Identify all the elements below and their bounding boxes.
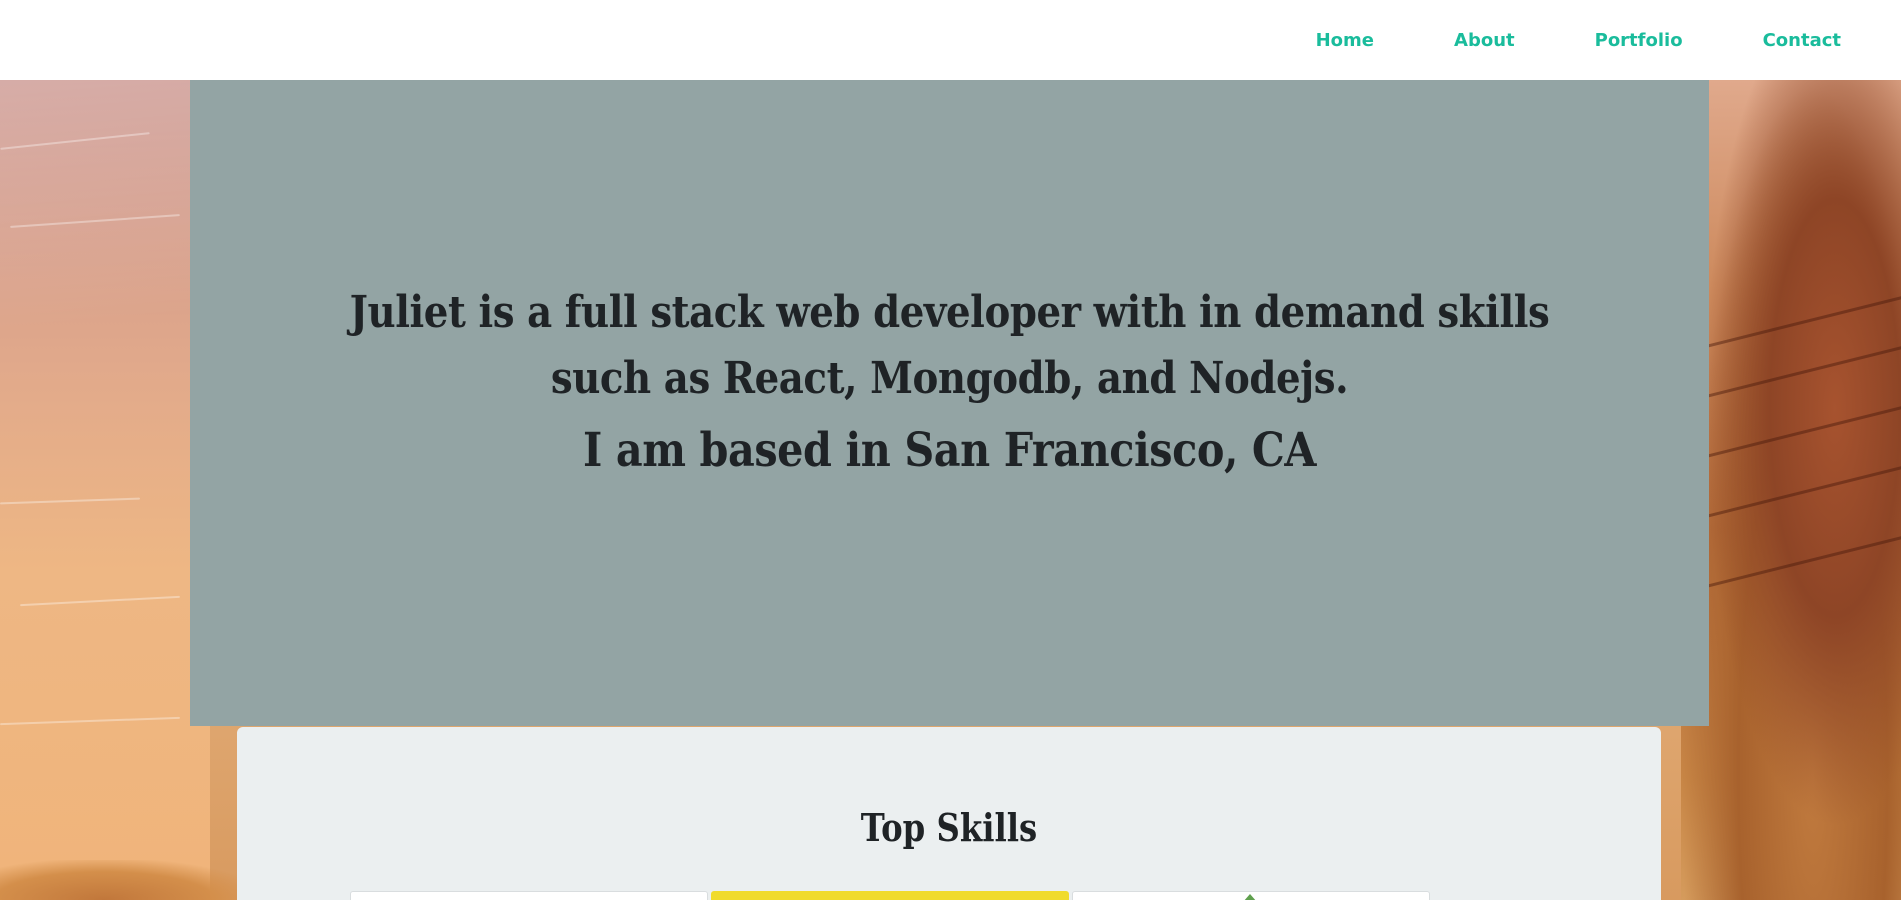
skill-card xyxy=(350,891,708,900)
nodejs-leaf-icon xyxy=(1243,894,1257,900)
nodejs-skill-card xyxy=(1072,891,1430,900)
nav-link-about[interactable]: About xyxy=(1454,30,1515,51)
skills-title: Top Skills xyxy=(860,805,1038,850)
background-dune xyxy=(0,860,260,900)
nav-link-home[interactable]: Home xyxy=(1316,30,1374,51)
hero-intro-text: Juliet is a full stack web developer wit… xyxy=(349,287,1550,404)
nav-link-portfolio[interactable]: Portfolio xyxy=(1595,30,1683,51)
background-desert-left xyxy=(0,80,210,900)
hero-location-text: I am based in San Francisco, CA xyxy=(582,423,1317,478)
background-desert-right xyxy=(1681,80,1901,900)
page: Home About Portfolio Contact Juliet is a… xyxy=(0,0,1901,900)
nav-link-contact[interactable]: Contact xyxy=(1763,30,1841,51)
skill-cards xyxy=(350,891,1430,900)
hero-section: Juliet is a full stack web developer wit… xyxy=(190,80,1709,726)
skills-section: Top Skills xyxy=(237,727,1661,900)
javascript-skill-card xyxy=(711,891,1069,900)
navbar: Home About Portfolio Contact xyxy=(0,0,1901,80)
nav-links: Home About Portfolio Contact xyxy=(1236,0,1841,80)
